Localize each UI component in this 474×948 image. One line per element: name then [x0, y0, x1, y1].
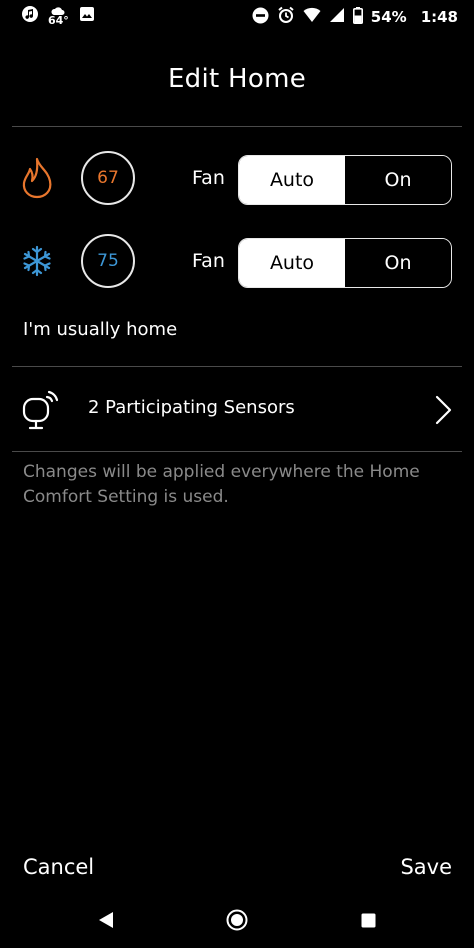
- cool-fan-label: Fan: [192, 250, 225, 272]
- page-title: Edit Home: [167, 64, 307, 94]
- cellular-icon: [329, 7, 345, 27]
- heat-fan-label: Fan: [192, 167, 225, 189]
- cancel-button[interactable]: Cancel: [23, 855, 94, 879]
- music-icon: [22, 6, 38, 26]
- status-time: 1:48: [420, 8, 458, 26]
- save-button[interactable]: Save: [400, 855, 452, 879]
- sensors-label: 2 Participating Sensors: [88, 397, 295, 418]
- cool-fan-auto-option[interactable]: Auto: [239, 239, 345, 287]
- home-nav-button[interactable]: [226, 909, 248, 935]
- status-temperature: 64°: [48, 14, 69, 27]
- heat-fan-on-option[interactable]: On: [345, 156, 451, 204]
- cool-setpoint[interactable]: 75: [81, 234, 135, 288]
- recents-nav-button[interactable]: [361, 913, 376, 932]
- back-nav-button[interactable]: [98, 911, 114, 933]
- cool-fan-on-option[interactable]: On: [345, 239, 451, 287]
- participating-sensors-row[interactable]: 2 Participating Sensors: [0, 367, 474, 451]
- battery-percent: 54%: [370, 8, 407, 26]
- presence-text: I'm usually home: [23, 319, 178, 340]
- wifi-icon: [303, 7, 321, 27]
- cool-setpoint-value: 75: [97, 251, 119, 271]
- settings-note: Changes will be applied everywhere the H…: [23, 462, 420, 507]
- heat-fan-toggle[interactable]: Auto On: [238, 155, 452, 205]
- chevron-right-icon: [434, 395, 452, 429]
- header-divider: [12, 126, 462, 127]
- cool-fan-toggle[interactable]: Auto On: [238, 238, 452, 288]
- heat-fan-auto-option[interactable]: Auto: [239, 156, 345, 204]
- heat-setpoint[interactable]: 67: [81, 151, 135, 205]
- heat-setpoint-value: 67: [97, 168, 119, 188]
- status-bar: 64° 54% 1:48: [0, 0, 474, 34]
- sensor-icon: [22, 389, 60, 435]
- snowflake-icon: [21, 245, 53, 281]
- battery-icon: [352, 6, 363, 28]
- do-not-disturb-icon: [252, 7, 269, 28]
- alarm-icon: [277, 6, 295, 28]
- weather-widget: 64°: [48, 7, 69, 27]
- flame-icon: [20, 157, 54, 203]
- navigation-bar: [0, 900, 474, 940]
- sensors-bottom-divider: [12, 451, 462, 452]
- image-icon: [79, 6, 95, 26]
